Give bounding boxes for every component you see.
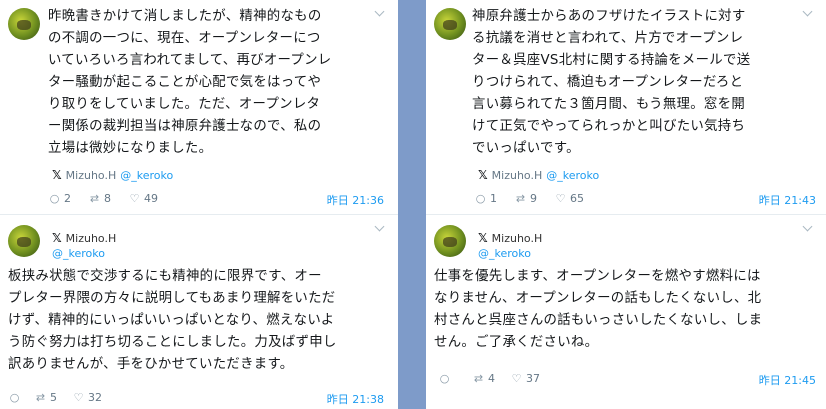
tweet-time[interactable]: 昨日 21:43 xyxy=(759,192,816,208)
tweet-time[interactable]: 昨日 21:45 xyxy=(759,372,816,388)
like-count: 37 xyxy=(526,372,540,385)
tweet-actions: ○ 2 ⇄ 8 ♡ 49 昨日 21:36 xyxy=(0,192,398,208)
source-name: Mizuho.H xyxy=(65,168,117,182)
retweet-icon: ⇄ xyxy=(35,391,46,404)
chevron-down-icon[interactable] xyxy=(802,221,813,232)
source-handle[interactable]: @_keroko xyxy=(546,169,599,182)
retweet-count: 4 xyxy=(488,372,495,385)
reply-icon: ○ xyxy=(439,372,450,385)
reply-button[interactable]: ○ xyxy=(438,372,454,385)
tweet-actions: ○ ⇄ 5 ♡ 32 昨日 21:38 xyxy=(0,391,398,407)
tweet-actions: ○ 1 ⇄ 9 ♡ 65 昨日 21:43 xyxy=(426,192,826,208)
chevron-down-icon[interactable] xyxy=(374,6,385,17)
tweet-text: 昨晩書きかけて消しましたが、精神的なもの の不調の一つに、現在、オープンレターに… xyxy=(48,9,332,156)
tweet-source[interactable]: 𝕏 Mizuho.H @_keroko xyxy=(478,168,599,182)
tweet-card-2[interactable]: 𝕏 Mizuho.H @_keroko 板挟み状態で交渉するにも精神的に限界です… xyxy=(0,215,398,409)
chevron-down-icon[interactable] xyxy=(802,6,813,17)
avatar[interactable] xyxy=(434,225,466,257)
tweet-card-4[interactable]: 𝕏 Mizuho.H @_keroko 仕事を優先します、オープンレターを燃やす… xyxy=(426,215,826,409)
avatar[interactable] xyxy=(8,8,40,40)
x-logo-icon: 𝕏 xyxy=(52,168,62,182)
tweet-text: 板挟み状態で交渉するにも精神的に限界です、オー プレター界隈の方々に説明してもあ… xyxy=(8,269,337,372)
author-name[interactable]: 𝕏 Mizuho.H xyxy=(478,231,542,245)
x-logo-icon: 𝕏 xyxy=(52,231,62,245)
reply-count: 2 xyxy=(64,192,71,205)
tweet-card-3[interactable]: 神原弁護士からあのフザけたイラストに対す る抗議を消せと言われて、片方でオープン… xyxy=(426,0,826,214)
right-column: 神原弁護士からあのフザけたイラストに対す る抗議を消せと言われて、片方でオープン… xyxy=(426,0,826,409)
tweet-actions: ○ ⇄ 4 ♡ 37 昨日 21:45 xyxy=(426,372,826,388)
like-count: 49 xyxy=(144,192,158,205)
avatar[interactable] xyxy=(8,225,40,257)
x-logo-icon: 𝕏 xyxy=(478,231,488,245)
like-button[interactable]: ♡ 32 xyxy=(72,391,102,404)
author-handle[interactable]: @_keroko xyxy=(478,247,531,260)
like-icon: ♡ xyxy=(73,391,84,404)
reply-icon: ○ xyxy=(9,391,20,404)
tweet-time[interactable]: 昨日 21:36 xyxy=(327,192,384,208)
like-count: 32 xyxy=(88,391,102,404)
tweet-source[interactable]: 𝕏 Mizuho.H @_keroko xyxy=(52,168,173,182)
like-button[interactable]: ♡ 49 xyxy=(128,192,158,205)
reply-icon: ○ xyxy=(49,192,60,205)
chevron-down-icon[interactable] xyxy=(374,221,385,232)
like-button[interactable]: ♡ 37 xyxy=(510,372,540,385)
retweet-button[interactable]: ⇄ 8 xyxy=(88,192,111,205)
like-icon: ♡ xyxy=(555,192,566,205)
reply-count: 1 xyxy=(490,192,497,205)
reply-button[interactable]: ○ 2 xyxy=(48,192,71,205)
retweet-icon: ⇄ xyxy=(515,192,526,205)
author-handle[interactable]: @_keroko xyxy=(52,247,105,260)
retweet-count: 9 xyxy=(530,192,537,205)
reply-button[interactable]: ○ xyxy=(8,391,24,404)
retweet-button[interactable]: ⇄ 9 xyxy=(514,192,537,205)
retweet-count: 8 xyxy=(104,192,111,205)
retweet-button[interactable]: ⇄ 5 xyxy=(34,391,57,404)
left-column: 昨晩書きかけて消しましたが、精神的なもの の不調の一つに、現在、オープンレターに… xyxy=(0,0,398,409)
like-count: 65 xyxy=(570,192,584,205)
like-icon: ♡ xyxy=(511,372,522,385)
tweet-time[interactable]: 昨日 21:38 xyxy=(327,391,384,407)
column-divider xyxy=(398,0,426,409)
avatar[interactable] xyxy=(434,8,466,40)
retweet-icon: ⇄ xyxy=(473,372,484,385)
x-logo-icon: 𝕏 xyxy=(478,168,488,182)
tweet-card-1[interactable]: 昨晩書きかけて消しましたが、精神的なもの の不調の一つに、現在、オープンレターに… xyxy=(0,0,398,214)
retweet-count: 5 xyxy=(50,391,57,404)
tweet-text: 仕事を優先します、オープンレターを燃やす燃料には なりません、オープンレターの話… xyxy=(434,269,763,350)
source-handle[interactable]: @_keroko xyxy=(120,169,173,182)
like-icon: ♡ xyxy=(129,192,140,205)
tweet-text: 神原弁護士からあのフザけたイラストに対す る抗議を消せと言われて、片方でオープン… xyxy=(472,9,751,156)
source-name: Mizuho.H xyxy=(491,168,543,182)
reply-button[interactable]: ○ 1 xyxy=(474,192,497,205)
author-name[interactable]: 𝕏 Mizuho.H xyxy=(52,231,116,245)
like-button[interactable]: ♡ 65 xyxy=(554,192,584,205)
reply-icon: ○ xyxy=(475,192,486,205)
retweet-button[interactable]: ⇄ 4 xyxy=(472,372,495,385)
retweet-icon: ⇄ xyxy=(89,192,100,205)
